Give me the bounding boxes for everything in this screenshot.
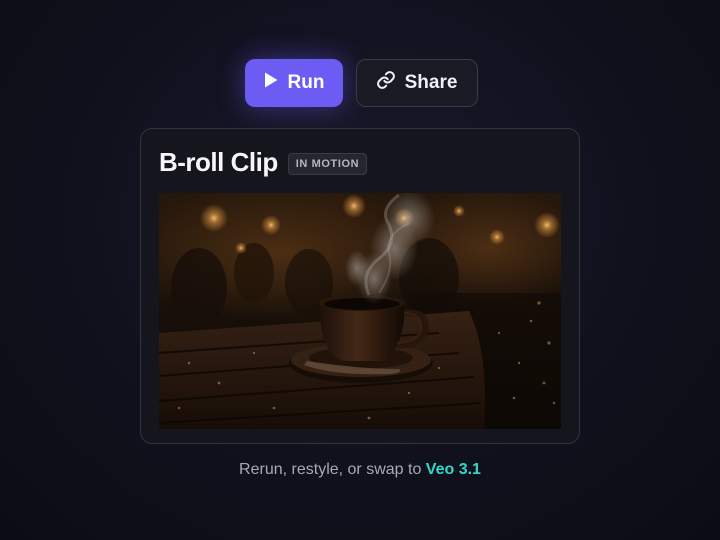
footer-note: Rerun, restyle, or swap to Veo 3.1 [0,461,720,479]
clip-card: B-roll Clip IN MOTION [140,128,580,444]
share-button[interactable]: Share [355,59,478,107]
video-preview[interactable] [159,193,561,429]
action-bar: Run Share [0,59,720,107]
share-button-label: Share [404,72,458,93]
card-header: B-roll Clip IN MOTION [159,147,368,178]
run-button[interactable]: Run [244,59,343,107]
status-badge: IN MOTION [287,152,368,175]
footer-text: Rerun, restyle, or swap to [239,461,422,478]
link-icon [376,70,396,96]
run-button-label: Run [287,72,325,93]
play-icon [263,71,279,95]
model-link[interactable]: Veo 3.1 [426,461,481,478]
card-title: B-roll Clip [159,147,278,177]
